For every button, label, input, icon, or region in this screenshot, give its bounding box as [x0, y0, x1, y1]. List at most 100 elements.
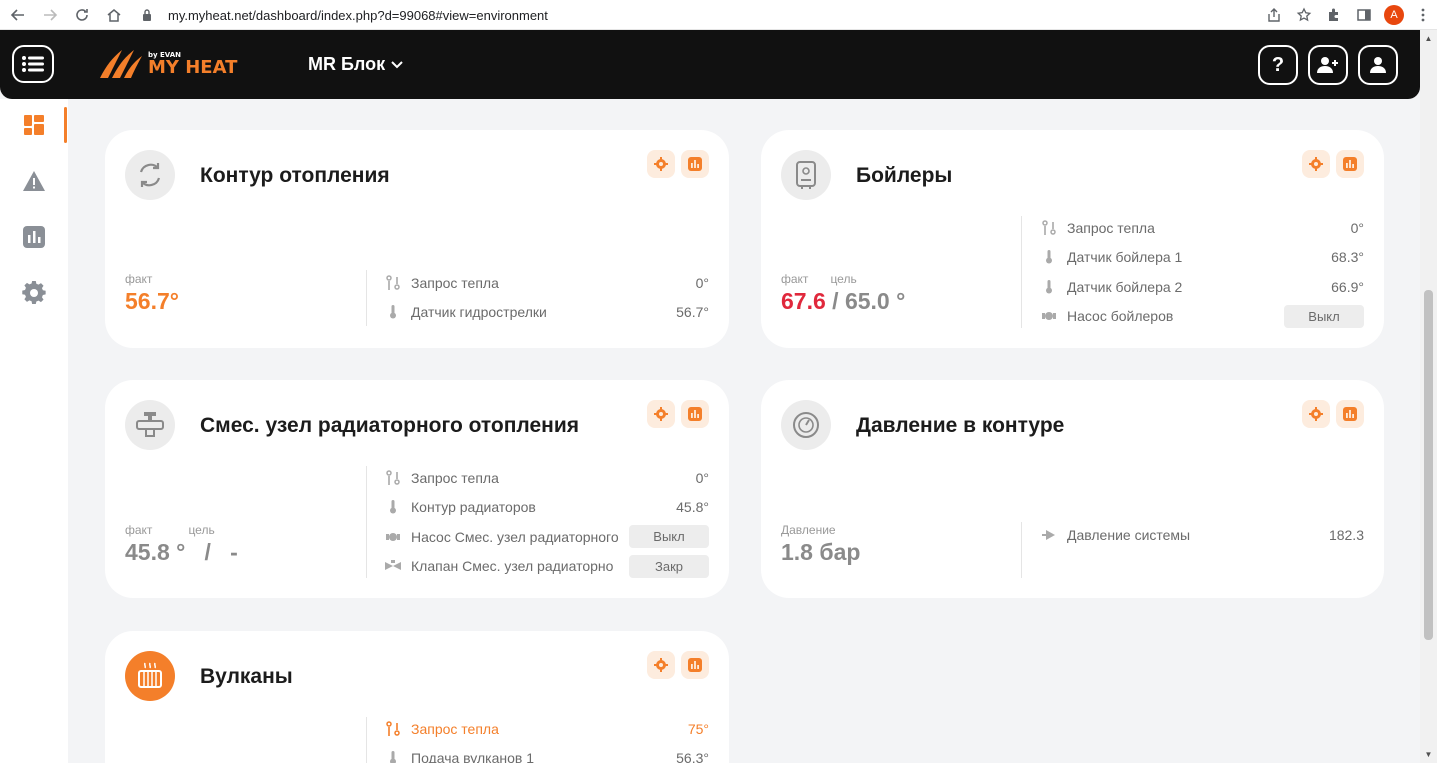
browser-toolbar: my.myheat.net/dashboard/index.php?d=9906… [0, 0, 1437, 30]
heat-request-icon [385, 470, 401, 486]
pressure-label: Давление [781, 523, 836, 537]
sidebar-item-alerts[interactable] [22, 169, 46, 193]
card-heating-circuit[interactable]: Контур отопления факт 56.7° Запрос тепла… [105, 130, 729, 348]
thermometer-icon [385, 750, 401, 763]
gear-icon [1309, 407, 1323, 421]
profile-button[interactable] [1358, 45, 1398, 85]
card-boilers[interactable]: Бойлеры факт цель 67.6 / 65.0 ° Запрос те… [761, 130, 1384, 348]
card-settings-button[interactable] [1302, 150, 1330, 178]
list-item[interactable]: Клапан Смес. узел радиаторно Закр [385, 552, 709, 582]
profile-avatar[interactable]: A [1379, 0, 1409, 30]
scroll-thumb[interactable] [1424, 290, 1433, 640]
thermometer-icon [385, 499, 401, 515]
card-pressure[interactable]: Давление в контуре Давление 1.8 бар Давл… [761, 380, 1384, 598]
scroll-down-icon[interactable]: ▼ [1424, 750, 1433, 759]
card-chart-button[interactable] [1336, 150, 1364, 178]
circulation-icon [125, 150, 175, 200]
app-header: by EVAN MY HEAT MR Блок ? [0, 30, 1420, 99]
chevron-down-icon [391, 60, 403, 68]
valve-status-badge[interactable]: Закр [629, 554, 709, 578]
card-title: Контур отопления [200, 164, 390, 187]
heat-request-icon [385, 275, 401, 291]
card-vulkans[interactable]: Вулканы Запрос тепла 75° Подача вулканов… [105, 631, 729, 763]
url-text[interactable]: my.myheat.net/dashboard/index.php?d=9906… [168, 8, 548, 23]
main-reading: Давление 1.8 бар [781, 523, 860, 566]
browser-menu-icon[interactable] [1409, 0, 1437, 30]
list-item[interactable]: Давление системы 182.3 [1041, 520, 1364, 550]
page-scrollbar[interactable]: ▲ ▼ [1420, 30, 1437, 763]
fact-value: 67.6 [781, 288, 826, 314]
fact-label: факт [781, 272, 809, 286]
warning-icon [23, 171, 45, 191]
add-user-button[interactable] [1308, 45, 1348, 85]
scroll-up-icon[interactable]: ▲ [1424, 34, 1433, 43]
forward-icon[interactable] [36, 1, 64, 29]
card-mixing-unit[interactable]: Смес. узел радиаторного отопления факт це… [105, 380, 729, 598]
main-reading: факт цель 45.8 ° / - [125, 523, 238, 566]
share-icon[interactable] [1259, 0, 1289, 30]
main-reading: факт цель 67.6 / 65.0 ° [781, 272, 905, 315]
card-settings-button[interactable] [647, 150, 675, 178]
chart-icon [1343, 407, 1357, 421]
card-chart-button[interactable] [681, 400, 709, 428]
card-chart-button[interactable] [1336, 400, 1364, 428]
reload-icon[interactable] [68, 1, 96, 29]
extensions-icon[interactable] [1319, 0, 1349, 30]
logo[interactable]: by EVAN MY HEAT [98, 47, 237, 81]
home-icon[interactable] [100, 1, 128, 29]
sensor-list: Запрос тепла 0° Контур радиаторов 45.8° … [385, 463, 709, 581]
user-icon [1370, 57, 1386, 73]
sidebar-item-dashboard[interactable] [22, 113, 46, 137]
pressure-gauge-icon [781, 400, 831, 450]
sensor-list: Давление системы 182.3 [1041, 520, 1364, 550]
list-item[interactable]: Датчик бойлера 2 66.9° [1041, 272, 1364, 302]
help-button[interactable]: ? [1258, 45, 1298, 85]
list-item[interactable]: Насос бойлеров Выкл [1041, 302, 1364, 332]
card-settings-button[interactable] [647, 400, 675, 428]
card-chart-button[interactable] [681, 150, 709, 178]
divider [1021, 522, 1022, 578]
fact-value: 56.7° [125, 288, 179, 314]
target-value: 65.0 ° [844, 288, 906, 314]
menu-button[interactable] [12, 45, 54, 83]
sidebar-item-charts[interactable] [22, 225, 46, 249]
sidebar-active-indicator [64, 107, 67, 143]
sensor-list: Запрос тепла 0° Датчик бойлера 1 68.3° Д… [1041, 213, 1364, 331]
divider [366, 270, 367, 326]
value-separator: / [832, 288, 839, 314]
thermometer-icon [1041, 249, 1057, 265]
list-menu-icon [22, 56, 44, 72]
card-settings-button[interactable] [1302, 400, 1330, 428]
list-item[interactable]: Насос Смес. узел радиаторного Выкл [385, 522, 709, 552]
sidepanel-icon[interactable] [1349, 0, 1379, 30]
logo-text: by EVAN MY HEAT [148, 50, 238, 78]
list-item[interactable]: Запрос тепла 75° [385, 714, 709, 744]
fact-label: факт [125, 523, 153, 537]
pump-status-badge[interactable]: Выкл [629, 525, 709, 549]
sidebar-item-settings[interactable] [22, 281, 46, 305]
list-item[interactable]: Датчик гидрострелки 56.7° [385, 298, 709, 328]
chart-icon [688, 157, 702, 171]
bookmark-star-icon[interactable] [1289, 0, 1319, 30]
list-item[interactable]: Запрос тепла 0° [385, 268, 709, 298]
sensor-list: Запрос тепла 0° Датчик гидрострелки 56.7… [385, 268, 709, 327]
pump-icon [1041, 308, 1057, 324]
card-settings-button[interactable] [647, 651, 675, 679]
list-item[interactable]: Датчик бойлера 1 68.3° [1041, 243, 1364, 273]
card-title: Бойлеры [856, 164, 953, 187]
address-bar[interactable]: my.myheat.net/dashboard/index.php?d=9906… [140, 4, 548, 26]
main-reading: факт 56.7° [125, 272, 179, 315]
fact-target-value: 45.8 ° / - [125, 539, 238, 565]
chart-icon [1343, 157, 1357, 171]
back-icon[interactable] [4, 1, 32, 29]
list-item[interactable]: Запрос тепла 0° [1041, 213, 1364, 243]
list-item[interactable]: Запрос тепла 0° [385, 463, 709, 493]
pump-status-badge[interactable]: Выкл [1284, 304, 1364, 328]
card-title: Вулканы [200, 665, 293, 688]
list-item[interactable]: Подача вулканов 1 56.3° [385, 744, 709, 763]
card-chart-button[interactable] [681, 651, 709, 679]
site-selector[interactable]: MR Блок [308, 54, 403, 75]
list-item[interactable]: Контур радиаторов 45.8° [385, 493, 709, 523]
chart-icon [688, 407, 702, 421]
pressure-sensor-icon [1041, 527, 1057, 543]
